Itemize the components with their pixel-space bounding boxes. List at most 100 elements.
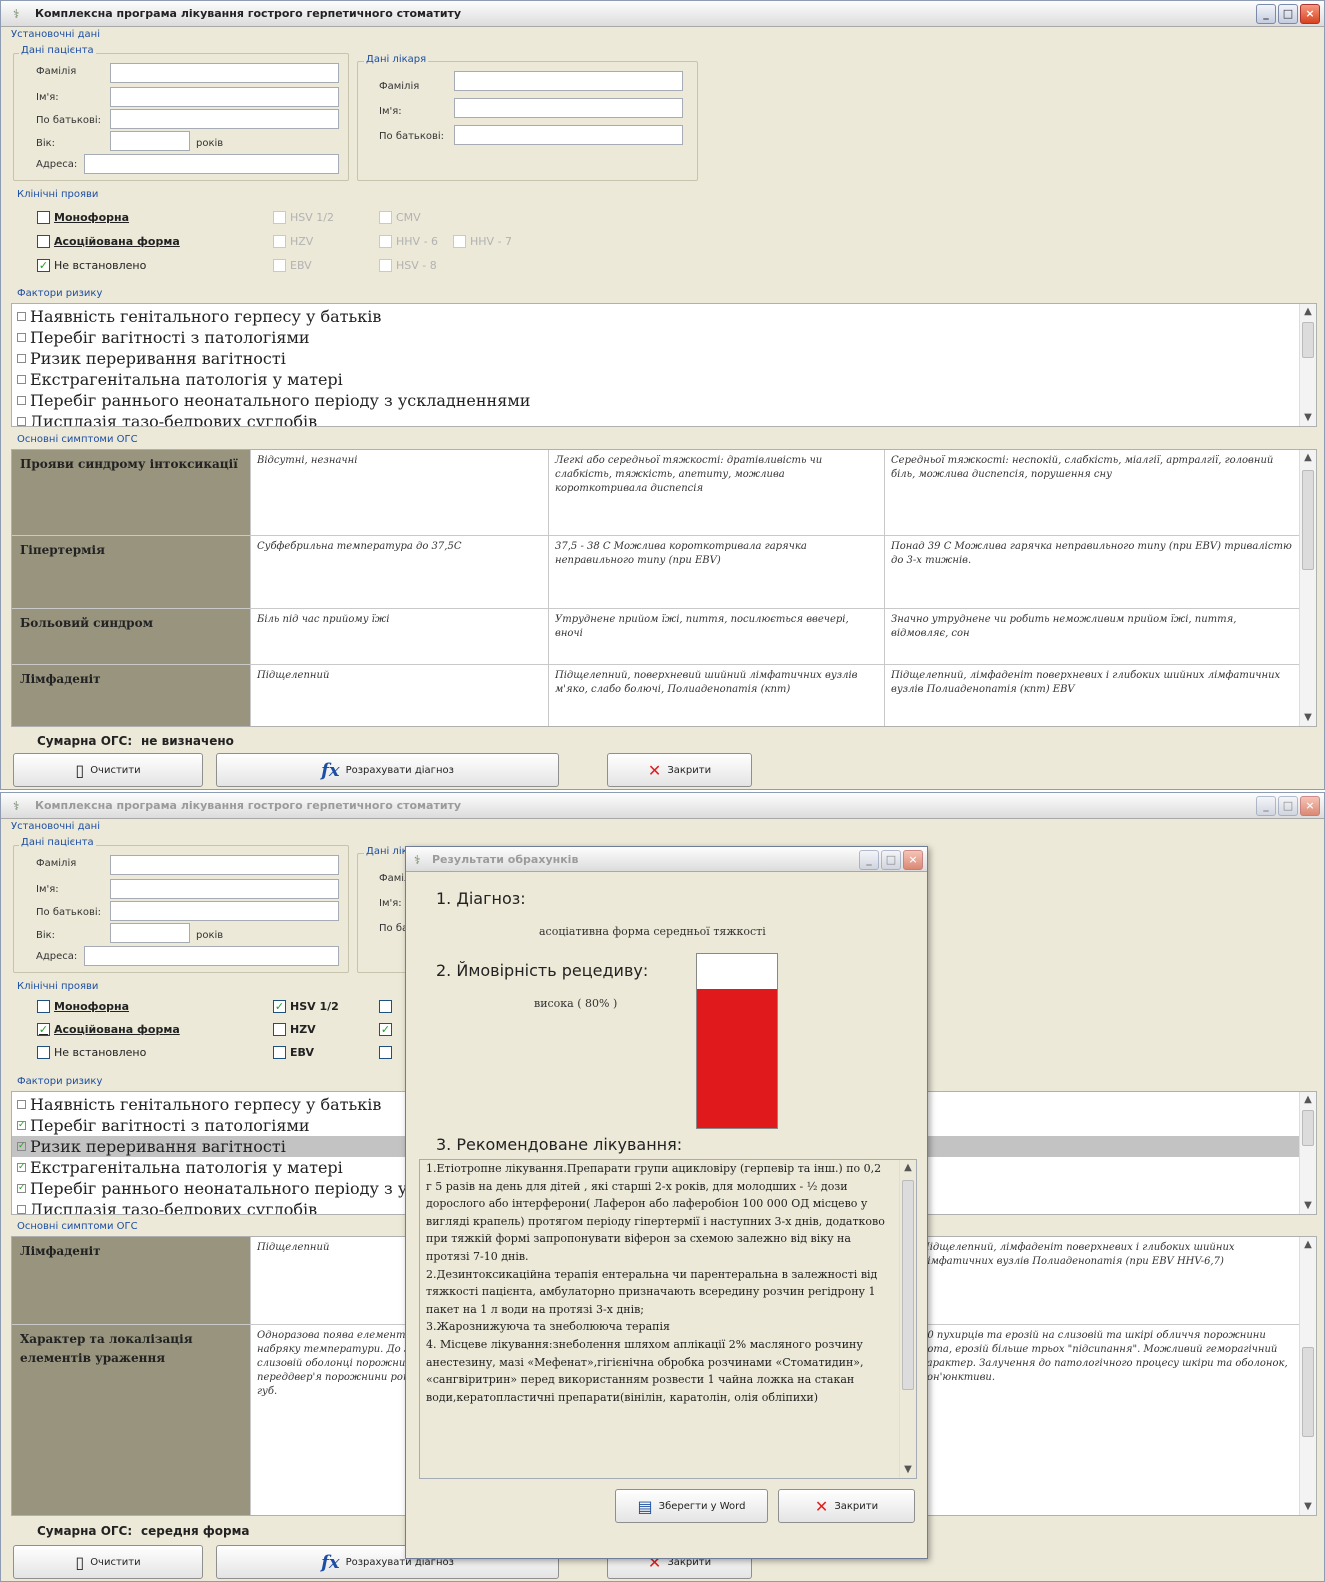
- patient-surname-field[interactable]: [110, 855, 339, 875]
- treatment-scrollbar[interactable]: ▲ ▼: [899, 1160, 916, 1478]
- treatment-paragraph: 1.Етіотропне лікування.Препарати групи а…: [426, 1162, 885, 1263]
- scroll-thumb[interactable]: [1302, 322, 1314, 358]
- dialog-maximize-button[interactable]: □: [881, 850, 901, 870]
- checkbox-box: [453, 235, 466, 248]
- check-icon: ✓: [37, 1023, 50, 1036]
- close-window-button[interactable]: ×: [1300, 796, 1320, 816]
- risk-item[interactable]: Ризик переривання вагітності: [12, 348, 1316, 369]
- patient-age-field[interactable]: [110, 131, 190, 151]
- scroll-down-icon[interactable]: ▼: [1300, 710, 1316, 726]
- checkbox-box: [379, 211, 392, 224]
- patient-address-field[interactable]: [84, 154, 339, 174]
- unset-checkbox[interactable]: Не встановлено: [37, 1046, 146, 1059]
- mono-checkbox[interactable]: Монофорна: [37, 211, 129, 224]
- scroll-thumb[interactable]: [1302, 470, 1314, 570]
- patient-address-label: Адреса:: [36, 951, 78, 962]
- cmv-checkbox[interactable]: [379, 1000, 396, 1013]
- treatment-text-area[interactable]: 1.Етіотропне лікування.Препарати групи а…: [419, 1159, 917, 1479]
- checkbox-box: [379, 259, 392, 272]
- patient-name-label: Ім'я:: [36, 884, 59, 895]
- close-window-button[interactable]: ×: [1300, 4, 1320, 24]
- minimize-button[interactable]: _: [1256, 4, 1276, 24]
- diagnosis-heading: 1. Діагноз:: [436, 889, 526, 908]
- patient-age-label: Вік:: [36, 138, 56, 149]
- patient-name-field[interactable]: [110, 87, 339, 107]
- scroll-thumb[interactable]: [902, 1180, 914, 1390]
- scroll-up-icon[interactable]: ▲: [1300, 1092, 1316, 1108]
- risk-item[interactable]: Наявність генітального герпесу у батьків: [12, 306, 1316, 327]
- ebv-checkbox[interactable]: EBV: [273, 259, 312, 272]
- checkbox-box: [17, 375, 26, 384]
- risk-factors-list[interactable]: Наявність генітального герпесу у батьків…: [11, 303, 1317, 427]
- hsv8-checkbox[interactable]: [379, 1046, 396, 1059]
- calculate-button[interactable]: fx Розрахувати діагноз: [216, 753, 559, 787]
- patient-surname-field[interactable]: [110, 63, 339, 83]
- maximize-button[interactable]: □: [1278, 4, 1298, 24]
- clinical-section-title: Клінічні прояви: [17, 189, 99, 200]
- patient-patronymic-label: По батькові:: [36, 115, 102, 126]
- doctor-surname-field[interactable]: [454, 71, 683, 91]
- doctor-name-label: Ім'я:: [379, 898, 402, 909]
- clear-button[interactable]: ▯ Очистити: [13, 1545, 203, 1579]
- hhv6-checkbox[interactable]: ✓: [379, 1023, 396, 1036]
- scroll-down-icon[interactable]: ▼: [1300, 410, 1316, 426]
- clear-button[interactable]: ▯ Очистити: [13, 753, 203, 787]
- symptom-severe: Підщелепний, лімфаденіт поверхневих і гл…: [884, 665, 1302, 726]
- risk-item[interactable]: Дисплазія тазо-бедрових суглобів: [12, 411, 1316, 426]
- patient-patronymic-field[interactable]: [110, 109, 339, 129]
- hsv-checkbox[interactable]: ✓ HSV 1/2: [273, 1000, 339, 1013]
- scroll-thumb[interactable]: [1302, 1347, 1314, 1437]
- hzv-checkbox[interactable]: HZV: [273, 1023, 316, 1036]
- hsv-checkbox[interactable]: HSV 1/2: [273, 211, 334, 224]
- save-to-word-button[interactable]: ▤ Зберегти у Word: [615, 1489, 768, 1523]
- hsv8-checkbox[interactable]: HSV - 8: [379, 259, 437, 272]
- risk-scrollbar[interactable]: ▲ ▼: [1299, 304, 1316, 426]
- assoc-checkbox[interactable]: ✓ Асоційована форма: [37, 1023, 180, 1036]
- symptom-moderate: Легкі або середньої тяжкості: дратівливі…: [548, 450, 884, 535]
- doctor-name-field[interactable]: [454, 98, 683, 118]
- unset-checkbox[interactable]: ✓ Не встановлено: [37, 259, 146, 272]
- probability-heading: 2. Ймовірність рецедиву:: [436, 961, 649, 980]
- assoc-checkbox[interactable]: Асоційована форма: [37, 235, 180, 248]
- hhv7-checkbox[interactable]: HHV - 7: [453, 235, 512, 248]
- scroll-thumb[interactable]: [1302, 1110, 1314, 1146]
- mono-checkbox[interactable]: Монофорна: [37, 1000, 129, 1013]
- patient-patronymic-field[interactable]: [110, 901, 339, 921]
- symptoms-scrollbar[interactable]: ▲ ▼: [1299, 450, 1316, 726]
- table-row: Гіпертермія Субфебрильна температура до …: [12, 536, 1302, 609]
- patient-address-field[interactable]: [84, 946, 339, 966]
- risk-item[interactable]: Перебіг раннього неонатального періоду з…: [12, 390, 1316, 411]
- checkbox-box: [273, 259, 286, 272]
- stethoscope-icon: ⚕: [414, 853, 421, 867]
- symptom-severe: Значно утруднене чи робить неможливим пр…: [884, 609, 1302, 664]
- dialog-minimize-button[interactable]: _: [859, 850, 879, 870]
- relapse-probability-gauge: [696, 953, 778, 1129]
- hzv-checkbox[interactable]: HZV: [273, 235, 313, 248]
- dialog-close-button[interactable]: ✕ Закрити: [778, 1489, 915, 1523]
- symptom-name: Лімфаденіт: [12, 665, 250, 726]
- ebv-checkbox[interactable]: EBV: [273, 1046, 314, 1059]
- scroll-up-icon[interactable]: ▲: [1300, 304, 1316, 320]
- scroll-down-icon[interactable]: ▼: [1300, 1499, 1316, 1515]
- symptoms-scrollbar[interactable]: ▲ ▼: [1299, 1237, 1316, 1515]
- cmv-checkbox[interactable]: CMV: [379, 211, 421, 224]
- risk-scrollbar[interactable]: ▲ ▼: [1299, 1092, 1316, 1214]
- patient-age-field[interactable]: [110, 923, 190, 943]
- patient-name-field[interactable]: [110, 879, 339, 899]
- scroll-up-icon[interactable]: ▲: [1300, 450, 1316, 466]
- doctor-patronymic-field[interactable]: [454, 125, 683, 145]
- clinical-section-title: Клінічні прояви: [17, 981, 99, 992]
- scroll-down-icon[interactable]: ▼: [900, 1462, 916, 1478]
- risk-item[interactable]: Екстрагенітальна патологія у матері: [12, 369, 1316, 390]
- dialog-close-window-button[interactable]: ×: [903, 850, 923, 870]
- patient-surname-label: Фамілія: [36, 66, 77, 77]
- close-button[interactable]: ✕ Закрити: [607, 753, 752, 787]
- minimize-button[interactable]: _: [1256, 796, 1276, 816]
- scroll-up-icon[interactable]: ▲: [900, 1160, 916, 1176]
- hhv6-checkbox[interactable]: HHV - 6: [379, 235, 438, 248]
- results-dialog: ⚕ Результати обрахунків _ □ × 1. Діагноз…: [405, 846, 928, 1559]
- scroll-down-icon[interactable]: ▼: [1300, 1198, 1316, 1214]
- scroll-up-icon[interactable]: ▲: [1300, 1237, 1316, 1253]
- risk-item[interactable]: Перебіг вагітності з патологіями: [12, 327, 1316, 348]
- maximize-button[interactable]: □: [1278, 796, 1298, 816]
